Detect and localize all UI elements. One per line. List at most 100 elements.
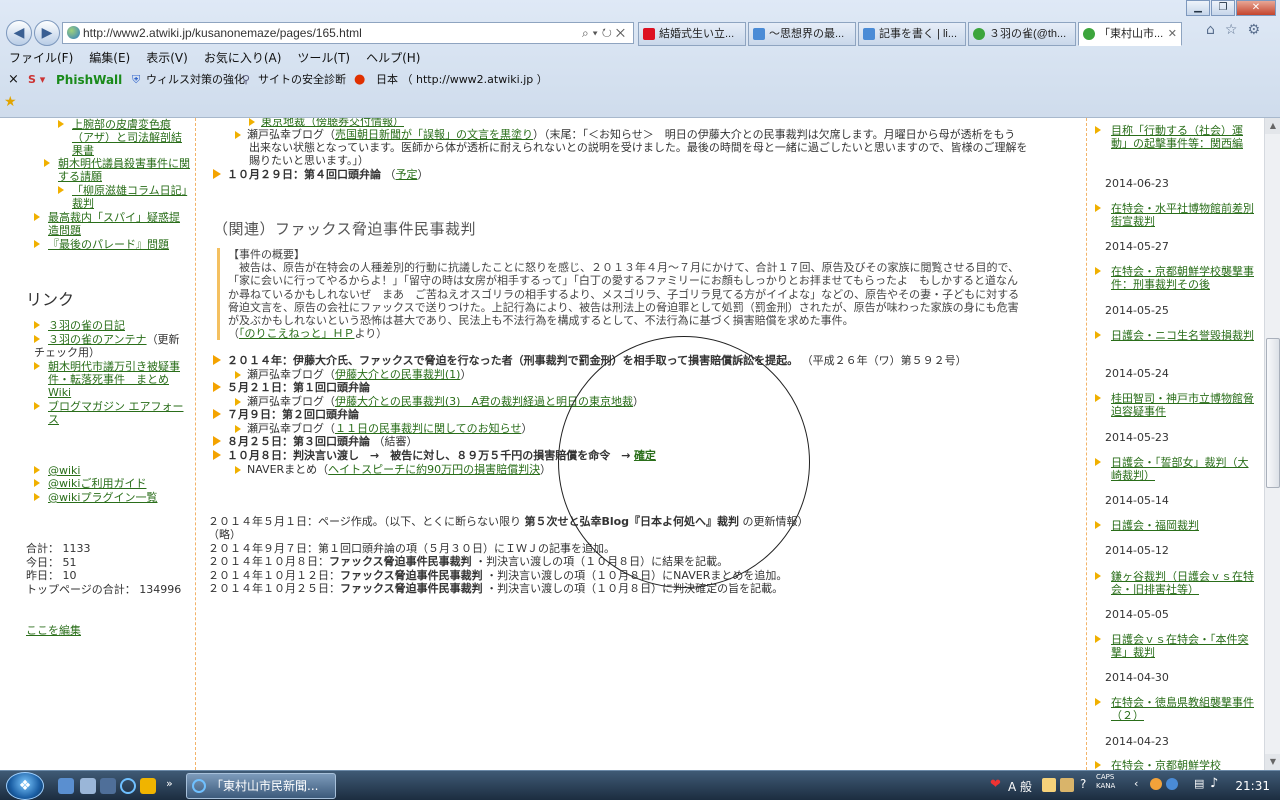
stop-icon[interactable]: ✕ — [616, 26, 629, 40]
blog-link[interactable]: 伊藤大介との民事裁判(3) A君の裁判経過と明日の東京地裁 — [335, 395, 633, 408]
back-button[interactable]: ◀ — [6, 20, 32, 46]
sidebar-link-label[interactable]: @wikiプラグイン一覧 — [34, 491, 190, 504]
taskbar-window-button[interactable]: 「東村山市民新聞... — [186, 773, 336, 799]
home-icon[interactable]: ⌂ — [1206, 22, 1225, 38]
recent-link[interactable]: 日護会・「誓部女」裁判（大崎裁判） — [1111, 456, 1249, 482]
menu-tools[interactable]: ツール(T) — [297, 51, 350, 65]
site-safety-button[interactable]: サイトの安全診断 — [258, 70, 346, 90]
sidebar-link-airforce[interactable]: ブログマガジン エアフォース — [34, 400, 190, 426]
explorer-icon[interactable] — [100, 778, 116, 794]
media-icon[interactable] — [140, 778, 156, 794]
tray-app-icon[interactable] — [1166, 778, 1178, 790]
dropdown-icon[interactable]: ▾ — [593, 26, 602, 40]
forward-button[interactable]: ▶ — [34, 20, 60, 46]
gear-icon[interactable]: ⚙ — [1247, 22, 1270, 38]
virus-protection-button[interactable]: ウィルス対策の強化 — [146, 70, 245, 90]
refresh-icon[interactable]: ↻ — [602, 26, 616, 40]
volume-icon[interactable]: ♪ — [1210, 776, 1218, 791]
recent-update-2[interactable]: 在特会・京都朝鮮学校襲撃事件：刑事裁判その後 — [1095, 265, 1259, 291]
sidebar-link-label[interactable]: 上腕部の皮膚変色痕（アザ）と司法解剖結果書 — [58, 118, 190, 157]
sidebar-subitem-yanagihara[interactable]: 「柳原滋雄コラム日記」裁判 — [58, 184, 190, 210]
scrollbar-thumb[interactable] — [1266, 338, 1280, 488]
recent-link[interactable]: 日護会ｖｓ在特会・「本件突撃」裁判 — [1111, 633, 1249, 659]
ime-tool-icon[interactable] — [1042, 778, 1056, 792]
close-toolbar-button[interactable]: × — [8, 70, 19, 90]
search-icon[interactable]: ⌕ — [582, 26, 593, 40]
tab-5-active[interactable]: 「東村山市... ✕ — [1078, 22, 1182, 46]
sidebar-link-antenna[interactable]: ３羽の雀のアンテナ（更新チェック用） — [34, 333, 190, 359]
sidebar-link-label[interactable]: @wiki — [34, 464, 190, 477]
sidebar-link-atwiki[interactable]: @wiki — [34, 464, 190, 477]
sidebar-item-parade[interactable]: 『最後のパレード』問題 — [34, 238, 190, 251]
recent-link[interactable]: 在特会・徳島県教組襲撃事件（２） — [1111, 696, 1254, 722]
recent-link[interactable]: 在特会・京都朝鮮学校襲撃事件：刑事裁判その後 — [1111, 265, 1254, 291]
menu-edit[interactable]: 編集(E) — [89, 51, 130, 65]
sidebar-item-spy[interactable]: 最高裁内「スパイ」疑惑提造問題 — [34, 211, 190, 237]
recent-update-4[interactable]: 桂田智司・神戸市立博物館脅迫容疑事件 — [1095, 392, 1259, 418]
recent-update-0[interactable]: 目称「行動する（社会）運動」の起擊事件等：関西編 — [1095, 124, 1259, 150]
recent-link[interactable]: 在特会・京都朝鮮学校 — [1111, 759, 1221, 770]
show-desktop-icon[interactable] — [80, 778, 96, 794]
favorites-star-icon[interactable]: ☆ — [1225, 22, 1248, 38]
sidebar-link-label[interactable]: 「柳原滋雄コラム日記」裁判 — [58, 184, 190, 210]
recent-link[interactable]: 在特会・水平社博物館前差別街宣裁判 — [1111, 202, 1254, 228]
scroll-up-arrow-icon[interactable]: ▲ — [1265, 118, 1280, 134]
chevron-right-icon[interactable]: » — [166, 777, 173, 790]
sidebar-link-label[interactable]: @wikiご利用ガイド — [34, 477, 190, 490]
scroll-down-arrow-icon[interactable]: ▼ — [1265, 754, 1280, 770]
recent-link[interactable]: 桂田智司・神戸市立博物館脅迫容疑事件 — [1111, 392, 1254, 418]
tab-2[interactable]: ～思想界の最... — [748, 22, 856, 46]
recent-update-3[interactable]: 日護会・ニコ生名誉毀損裁判 — [1095, 329, 1259, 342]
recent-update-8[interactable]: 日護会ｖｓ在特会・「本件突撃」裁判 — [1095, 633, 1259, 659]
phishwall-s-icon[interactable]: S ▾ — [28, 70, 45, 90]
recent-link[interactable]: 目称「行動する（社会）運動」の起擊事件等：関西編 — [1111, 124, 1243, 150]
help-icon[interactable]: ? — [1080, 777, 1086, 791]
ime-tool-icon[interactable] — [1060, 778, 1074, 792]
recent-link[interactable]: 日護会・福岡裁判 — [1111, 519, 1199, 532]
asahi-blackout-link[interactable]: 売国朝日新聞が「誤報」の文言を黒塗り — [335, 128, 533, 141]
maximize-button[interactable]: ❐ — [1211, 0, 1235, 16]
sidebar-link-guide[interactable]: @wikiご利用ガイド — [34, 477, 190, 490]
recent-link[interactable]: 鎌ヶ谷裁判（日護会ｖｓ在特会・旧排害社等） — [1111, 570, 1254, 596]
edit-here-link[interactable]: ここを編集 — [26, 622, 81, 638]
menu-favorites[interactable]: お気に入り(A) — [204, 51, 282, 65]
menu-view[interactable]: 表示(V) — [146, 51, 188, 65]
tab-3[interactable]: 記事を書く | li... — [858, 22, 966, 46]
recent-update-5[interactable]: 日護会・「誓部女」裁判（大崎裁判） — [1095, 456, 1259, 482]
sidebar-link-label[interactable]: ３羽の雀の日記 — [34, 319, 190, 332]
court-ticket-link[interactable]: 東京地裁（傍聴券交付情報） — [261, 118, 404, 128]
finalized-link[interactable]: 確定 — [634, 449, 656, 462]
phishwall-label[interactable]: PhishWall — [56, 70, 122, 90]
network-icon[interactable]: ▤ — [1194, 777, 1204, 790]
start-button[interactable]: ❖ — [6, 772, 44, 800]
sidebar-link-label[interactable]: ブログマガジン エアフォース — [34, 400, 190, 426]
alert-heart-icon[interactable]: ❤ — [990, 777, 1001, 792]
recent-update-6[interactable]: 日護会・福岡裁判 — [1095, 519, 1259, 532]
tab-1[interactable]: 結婚式生い立... — [638, 22, 746, 46]
tab-4[interactable]: ３羽の雀(@th... — [968, 22, 1076, 46]
tray-app-icon[interactable] — [1150, 778, 1162, 790]
sidebar-link-diary[interactable]: ３羽の雀の日記 — [34, 319, 190, 332]
sidebar-link-plugins[interactable]: @wikiプラグイン一覧 — [34, 491, 190, 504]
sidebar-link-matome-wiki[interactable]: 朝木明代市議万引き被疑事件・転落死事件 まとめWiki — [34, 360, 190, 399]
quicklaunch-icon-1[interactable] — [58, 778, 74, 794]
norikoenet-link[interactable]: 「のりこえねっと」ＨＰ — [239, 327, 355, 340]
menu-help[interactable]: ヘルプ(H) — [366, 51, 420, 65]
vertical-scrollbar[interactable]: ▲ ▼ — [1264, 118, 1280, 770]
blog-link[interactable]: 伊藤大介との民事裁判(1) — [335, 368, 460, 381]
clock[interactable]: 21:31 — [1235, 779, 1270, 793]
naver-link[interactable]: ヘイトスピーチに約90万円の損害賠償判決 — [328, 463, 540, 476]
sidebar-link-label[interactable]: 朝木明代市議万引き被疑事件・転落死事件 まとめWiki — [34, 360, 190, 399]
sidebar-link-label[interactable]: 最高裁内「スパイ」疑惑提造問題 — [34, 211, 190, 237]
menu-file[interactable]: ファイル(F) — [9, 51, 73, 65]
ie-icon[interactable] — [120, 778, 136, 794]
recent-update-10[interactable]: 在特会・京都朝鮮学校 — [1095, 759, 1259, 770]
recent-update-9[interactable]: 在特会・徳島県教組襲撃事件（２） — [1095, 696, 1259, 722]
minimize-button[interactable]: ▁ — [1186, 0, 1210, 16]
recent-update-7[interactable]: 鎌ヶ谷裁判（日護会ｖｓ在特会・旧排害社等） — [1095, 570, 1259, 596]
sidebar-subitem-bruise[interactable]: 上腕部の皮膚変色痕（アザ）と司法解剖結果書 — [58, 118, 190, 157]
sidebar-link-label[interactable]: 『最後のパレード』問題 — [34, 238, 190, 251]
tray-expand-icon[interactable]: ‹ — [1134, 777, 1138, 790]
sidebar-link-label[interactable]: ３羽の雀のアンテナ — [34, 333, 147, 346]
ime-indicator[interactable]: A 般 — [1008, 778, 1032, 795]
